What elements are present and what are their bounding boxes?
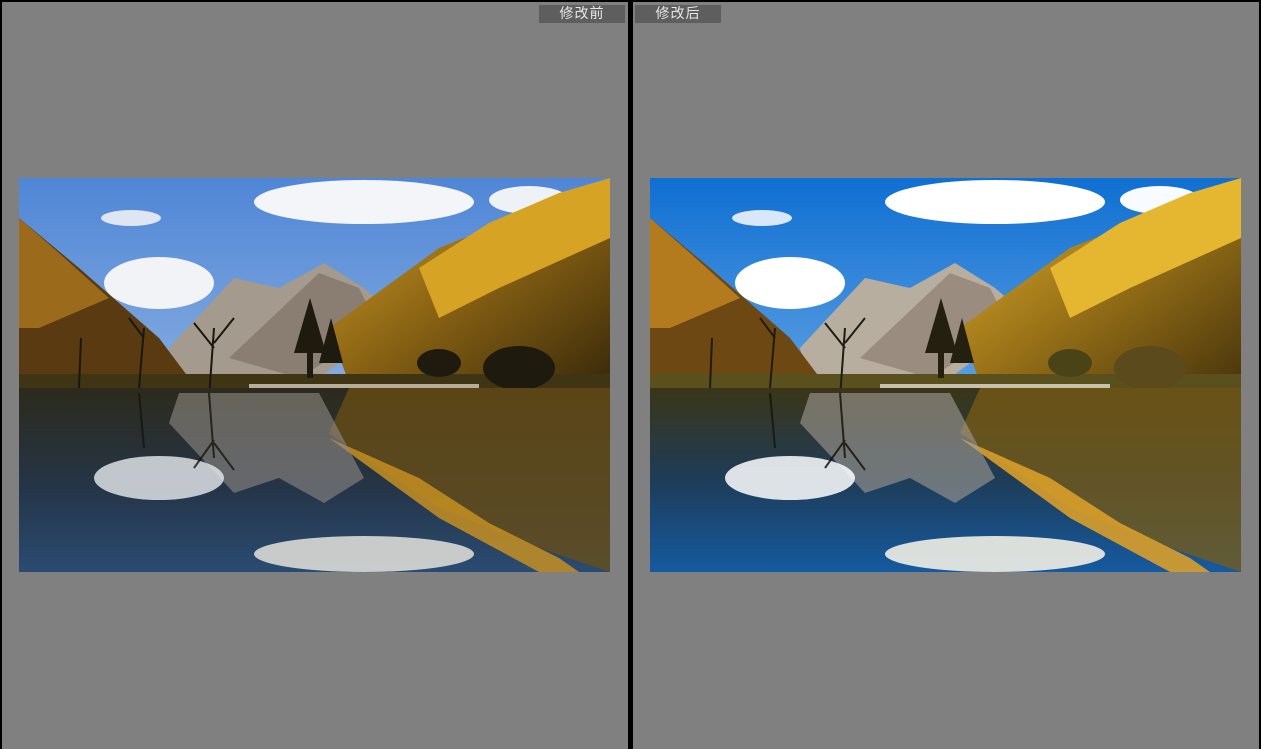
landscape-photo-after-icon (650, 178, 1241, 572)
after-label: 修改后 (635, 5, 721, 23)
before-label: 修改前 (539, 5, 625, 23)
before-photo[interactable] (19, 178, 610, 572)
after-photo[interactable] (650, 178, 1241, 572)
compare-view: 修改前 修改后 (0, 0, 1261, 749)
after-pane[interactable]: 修改后 (633, 2, 1259, 749)
before-pane[interactable]: 修改前 (2, 2, 628, 749)
landscape-photo-before-icon (19, 178, 610, 572)
